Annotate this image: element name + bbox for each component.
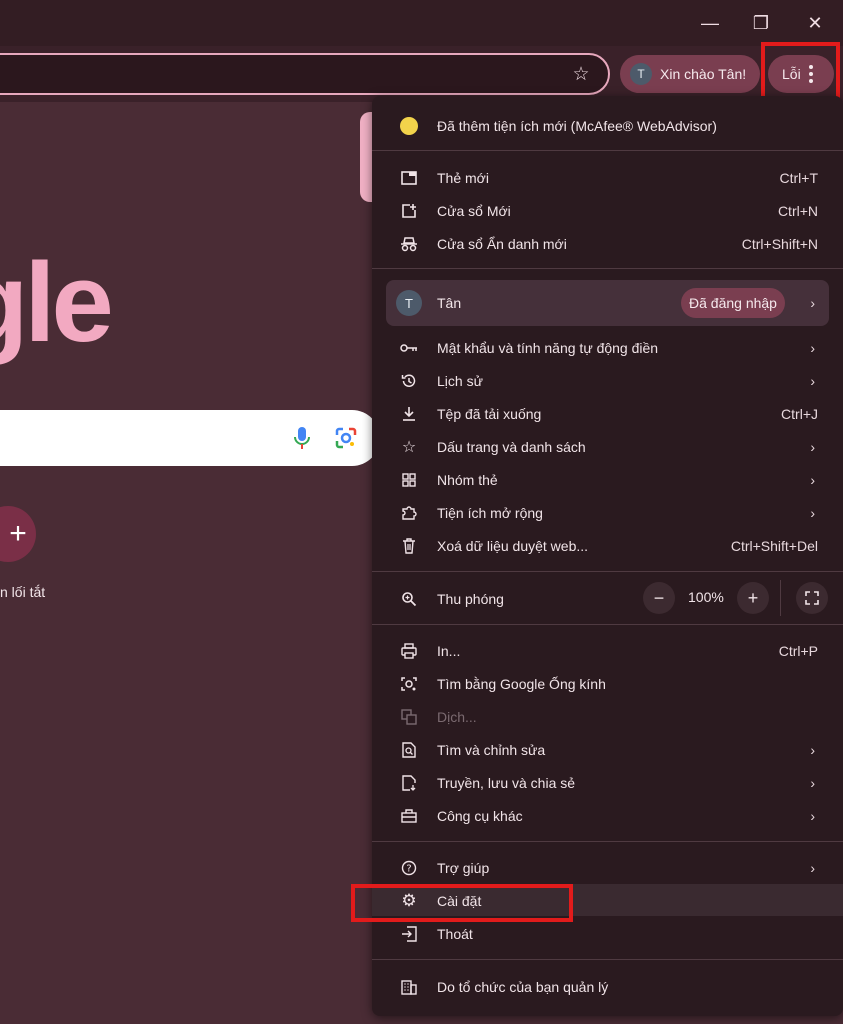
- help-icon: ?: [400, 859, 418, 877]
- restore-button[interactable]: ❐: [748, 10, 774, 36]
- search-box[interactable]: [0, 410, 380, 466]
- chevron-right-icon: ›: [810, 741, 815, 758]
- chevron-right-icon: ›: [810, 859, 815, 876]
- microphone-icon[interactable]: [290, 425, 314, 451]
- menu-item-extensions[interactable]: Tiện ích mở rộng ›: [372, 496, 843, 529]
- highlight-box-settings: [351, 884, 573, 922]
- profile-chip[interactable]: T Xin chào Tân!: [620, 55, 760, 93]
- google-logo: gle: [0, 240, 114, 365]
- chevron-right-icon: ›: [810, 471, 815, 488]
- trash-icon: [400, 537, 418, 555]
- zoom-out-button[interactable]: −: [643, 582, 675, 614]
- menu-item-new-tab[interactable]: Thẻ mới Ctrl+T: [372, 161, 843, 194]
- menu-item-help[interactable]: ? Trợ giúp ›: [372, 851, 843, 884]
- chevron-right-icon: ›: [810, 295, 815, 311]
- save-share-icon: [400, 774, 418, 792]
- fullscreen-button[interactable]: [796, 582, 828, 614]
- minus-icon: −: [653, 587, 665, 608]
- bookmark-star-icon[interactable]: ☆: [570, 63, 592, 85]
- zoom-in-button[interactable]: +: [737, 582, 769, 614]
- plus-icon: +: [747, 587, 759, 608]
- menu-item-bookmarks[interactable]: ☆ Dấu trang và danh sách ›: [372, 430, 843, 463]
- menu-item-print[interactable]: In... Ctrl+P: [372, 634, 843, 667]
- greeting-label: Xin chào Tân!: [660, 66, 747, 82]
- menu-divider: [372, 268, 843, 269]
- menu-item-profile[interactable]: T Tân Đã đăng nhập ›: [386, 280, 829, 326]
- plus-icon: +: [9, 517, 27, 550]
- toolbox-icon: [400, 807, 418, 825]
- chevron-right-icon: ›: [810, 774, 815, 791]
- puzzle-icon: [400, 504, 418, 522]
- menu-item-managed-by-org[interactable]: Do tổ chức của bạn quản lý: [372, 970, 843, 1003]
- add-shortcut-label: n lối tắt: [0, 584, 46, 600]
- close-icon: ✕: [807, 12, 823, 33]
- new-window-icon: [400, 202, 418, 220]
- close-button[interactable]: ✕: [802, 10, 828, 36]
- chevron-right-icon: ›: [810, 438, 815, 455]
- menu-item-google-lens[interactable]: Tìm bằng Google Ống kính: [372, 667, 843, 700]
- menu-divider: [372, 624, 843, 625]
- key-icon: [400, 339, 418, 357]
- menu-divider: [372, 841, 843, 842]
- download-icon: [400, 405, 418, 423]
- translate-icon: [400, 708, 418, 726]
- svg-text:?: ?: [406, 863, 411, 874]
- lens-icon: [400, 675, 418, 693]
- restore-icon: ❐: [752, 12, 770, 33]
- find-document-icon: [400, 741, 418, 759]
- add-shortcut-button[interactable]: +: [0, 506, 36, 562]
- menu-item-clear-data[interactable]: Xoá dữ liệu duyệt web... Ctrl+Shift+Del: [372, 529, 843, 562]
- exit-icon: [400, 925, 418, 943]
- menu-item-downloads[interactable]: Tệp đã tải xuống Ctrl+J: [372, 397, 843, 430]
- tab-groups-icon: [400, 471, 418, 489]
- menu-divider: [372, 959, 843, 960]
- menu-item-more-tools[interactable]: Công cụ khác ›: [372, 799, 843, 832]
- building-icon: [400, 978, 418, 996]
- menu-item-new-window[interactable]: Cửa sổ Mới Ctrl+N: [372, 194, 843, 227]
- menu-item-zoom: Thu phóng: [372, 582, 843, 615]
- menu-item-tab-groups[interactable]: Nhóm thẻ ›: [372, 463, 843, 496]
- zoom-icon: [400, 590, 418, 608]
- menu-item-translate: Dịch...: [372, 700, 843, 733]
- menu-item-incognito[interactable]: Cửa sổ Ẩn danh mới Ctrl+Shift+N: [372, 227, 843, 260]
- signed-in-badge: Đã đăng nhập: [681, 288, 785, 318]
- menu-item-history[interactable]: Lịch sử ›: [372, 364, 843, 397]
- chevron-right-icon: ›: [810, 807, 815, 824]
- menu-divider: [372, 150, 843, 151]
- avatar: T: [396, 290, 422, 316]
- avatar: T: [630, 63, 652, 85]
- history-icon: [400, 372, 418, 390]
- chevron-right-icon: ›: [810, 372, 815, 389]
- minimize-button[interactable]: —: [697, 10, 723, 36]
- google-lens-icon[interactable]: [334, 426, 358, 450]
- chevron-right-icon: ›: [810, 339, 815, 356]
- menu-item-passwords[interactable]: Mật khẩu và tính năng tự động điền ›: [372, 331, 843, 364]
- zoom-level: 100%: [688, 589, 724, 605]
- menu-item-cast-save-share[interactable]: Truyền, lưu và chia sẻ ›: [372, 766, 843, 799]
- printer-icon: [400, 642, 418, 660]
- chevron-right-icon: ›: [810, 504, 815, 521]
- address-bar[interactable]: [0, 53, 610, 95]
- incognito-icon: [400, 235, 418, 253]
- warning-icon: [400, 116, 418, 135]
- fullscreen-icon: [805, 591, 819, 605]
- profile-name: Tân: [437, 295, 462, 311]
- zoom-divider: [780, 580, 781, 616]
- minimize-icon: —: [701, 12, 719, 33]
- new-tab-icon: [400, 169, 418, 187]
- star-icon: ☆: [401, 438, 417, 456]
- menu-item-extension-notice[interactable]: Đã thêm tiện ích mới (McAfee® WebAdvisor…: [372, 109, 843, 142]
- menu-divider: [372, 571, 843, 572]
- menu-item-find-edit[interactable]: Tìm và chỉnh sửa ›: [372, 733, 843, 766]
